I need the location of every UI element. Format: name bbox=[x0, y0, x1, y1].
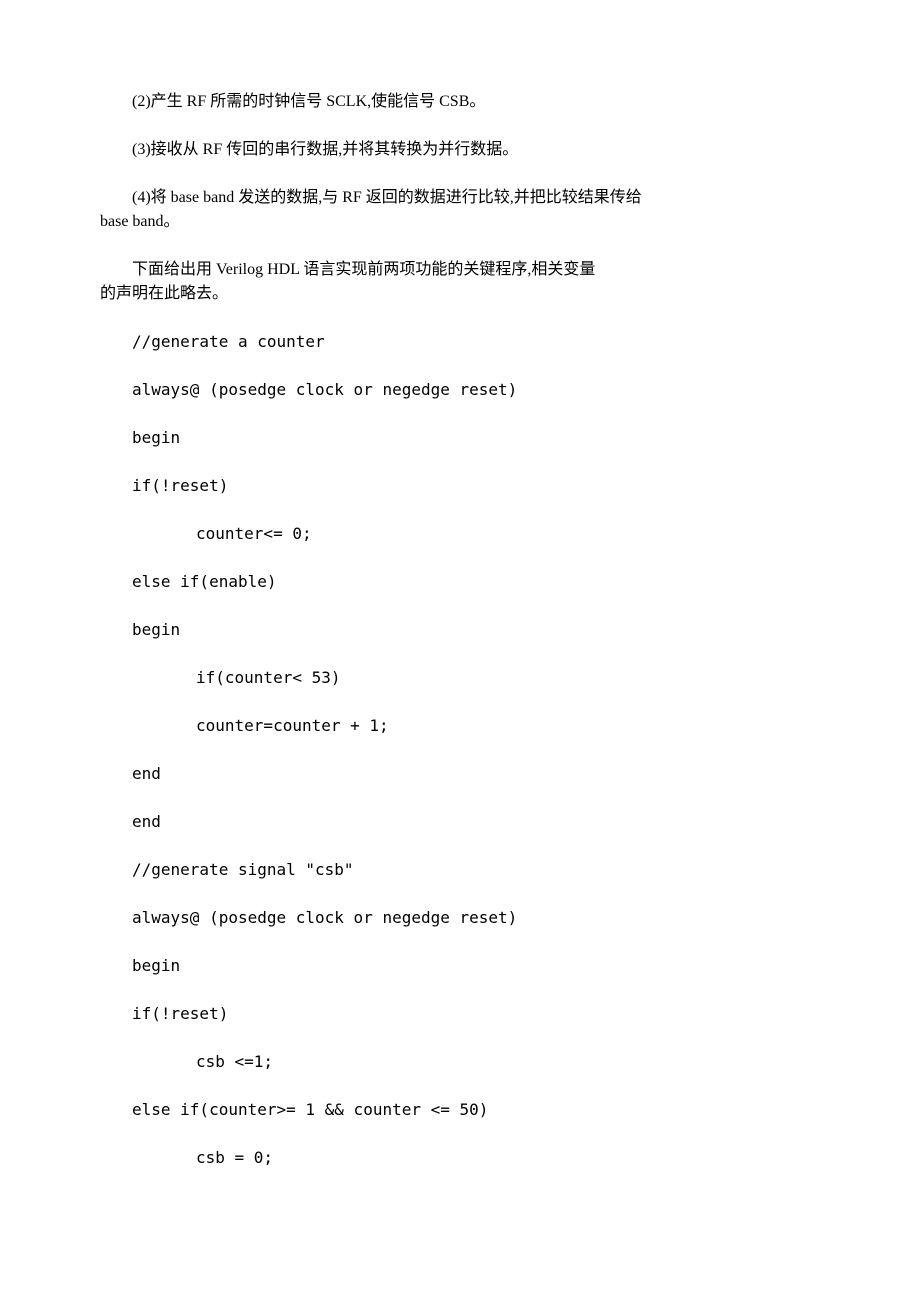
paragraph-intro-line2: 的声明在此略去。 bbox=[100, 282, 820, 306]
code-elseif-enable: else if(enable) bbox=[100, 570, 820, 594]
code-end-2: end bbox=[100, 810, 820, 834]
paragraph-item-4-line2: base band。 bbox=[100, 210, 820, 234]
code-elseif-counter-range: else if(counter>= 1 && counter <= 50) bbox=[100, 1098, 820, 1122]
code-begin-3: begin bbox=[100, 954, 820, 978]
code-begin-2: begin bbox=[100, 618, 820, 642]
code-csb-1: csb <=1; bbox=[100, 1050, 820, 1074]
code-always-1: always@ (posedge clock or negedge reset) bbox=[100, 378, 820, 402]
code-if-counter-53: if(counter< 53) bbox=[100, 666, 820, 690]
paragraph-intro-line1: 下面给出用 Verilog HDL 语言实现前两项功能的关键程序,相关变量 bbox=[100, 258, 820, 282]
paragraph-item-2: (2)产生 RF 所需的时钟信号 SCLK,使能信号 CSB。 bbox=[100, 90, 820, 114]
code-comment-counter: //generate a counter bbox=[100, 330, 820, 354]
code-begin-1: begin bbox=[100, 426, 820, 450]
code-csb-0: csb = 0; bbox=[100, 1146, 820, 1170]
code-comment-csb: //generate signal "csb" bbox=[100, 858, 820, 882]
code-counter-zero: counter<= 0; bbox=[100, 522, 820, 546]
code-end-1: end bbox=[100, 762, 820, 786]
code-counter-inc: counter=counter + 1; bbox=[100, 714, 820, 738]
code-always-2: always@ (posedge clock or negedge reset) bbox=[100, 906, 820, 930]
code-if-reset-1: if(!reset) bbox=[100, 474, 820, 498]
code-if-reset-2: if(!reset) bbox=[100, 1002, 820, 1026]
paragraph-item-3: (3)接收从 RF 传回的串行数据,并将其转换为并行数据。 bbox=[100, 138, 820, 162]
paragraph-item-4-line1: (4)将 base band 发送的数据,与 RF 返回的数据进行比较,并把比较… bbox=[100, 186, 820, 210]
